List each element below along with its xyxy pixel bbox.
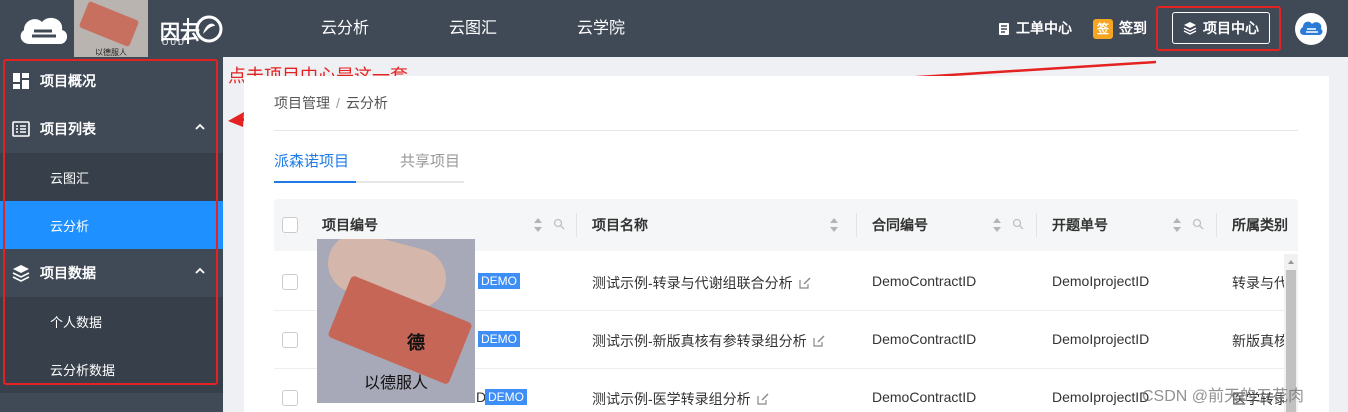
cloud-logo-icon [20, 17, 68, 44]
highlight-sidebar [3, 59, 218, 385]
demo-tag: DEMO [478, 331, 520, 347]
contract-id-cell: DemoContractID [872, 389, 977, 405]
project-name-cell[interactable]: 测试示例-新版真核有参转录组分析 [592, 331, 825, 351]
edit-icon[interactable] [757, 393, 769, 405]
meme-brick-text: 德 [407, 333, 425, 353]
checkin-label: 签到 [1119, 20, 1147, 36]
select-all-checkbox[interactable] [282, 217, 298, 233]
watermark: CSDN @前天的五花肉 [1142, 388, 1305, 405]
search-icon[interactable] [1012, 218, 1024, 230]
ticket-id-cell: DemoIprojectID [1052, 331, 1150, 347]
user-avatar[interactable] [1295, 13, 1327, 45]
meme-image-small: 以德服人 [74, 0, 148, 60]
col-contract-id: 合同编号 [872, 217, 928, 233]
col-project-name: 项目名称 [592, 217, 648, 233]
ticket-icon [999, 22, 1009, 35]
ticket-id-cell: DemoIprojectID [1052, 273, 1150, 289]
breadcrumb-root[interactable]: 项目管理 [274, 95, 330, 111]
row-checkbox[interactable] [282, 332, 298, 348]
sort-icon[interactable] [993, 217, 1001, 233]
edit-icon[interactable] [813, 335, 825, 347]
category-cell: 转录与代 [1232, 275, 1288, 291]
brand-mark-icon [195, 15, 223, 43]
avatar-logo-icon [1300, 21, 1323, 35]
ticket-id-cell: DemoIprojectID [1052, 389, 1150, 405]
meme-image: 德 以德服人 [317, 239, 475, 403]
col-project-id: 项目编号 [322, 217, 378, 233]
search-icon[interactable] [553, 218, 565, 230]
breadcrumb: 项目管理 / 云分析 [274, 93, 388, 113]
row-checkbox[interactable] [282, 390, 298, 406]
breadcrumb-divider [274, 130, 1298, 131]
breadcrumb-separator: / [336, 95, 340, 111]
col-ticket-id: 开题单号 [1052, 217, 1108, 233]
logo-separator [187, 18, 189, 44]
contract-id-cell: DemoContractID [872, 331, 977, 347]
nav-cloud-analysis[interactable]: 云分析 [321, 0, 369, 57]
sort-icon[interactable] [534, 217, 542, 233]
tab-active-underline [274, 181, 356, 183]
col-category: 所属类别 [1232, 217, 1288, 233]
search-icon[interactable] [1192, 218, 1204, 230]
nav-cloud-academy[interactable]: 云学院 [577, 0, 625, 57]
category-cell: 新版真核 [1232, 333, 1288, 349]
sort-icon[interactable] [830, 217, 838, 233]
breadcrumb-current: 云分析 [345, 95, 388, 111]
tab-underline [356, 181, 464, 183]
demo-tag: DEMO [485, 389, 527, 405]
nav-cloud-gallery[interactable]: 云图汇 [449, 0, 497, 57]
row-checkbox[interactable] [282, 274, 298, 290]
scroll-up-icon[interactable] [1284, 256, 1298, 268]
demo-tag: DEMO [478, 273, 520, 289]
project-name-cell[interactable]: 测试示例-转录与代谢组联合分析 [592, 273, 811, 293]
highlight-project-center [1156, 6, 1281, 51]
ticket-center-link[interactable]: 工单中心 [998, 0, 1072, 57]
edit-icon[interactable] [799, 277, 811, 289]
top-bar: 因云 OUD 以德服人 云分析 云图汇 云学院 工单中心 签 签到 项目中心 [0, 0, 1348, 60]
ticket-center-label: 工单中心 [1016, 20, 1072, 36]
checkin-link[interactable]: 签 签到 [1093, 0, 1147, 57]
tab-shared-projects[interactable]: 共享项目 [400, 150, 460, 182]
project-name-cell[interactable]: 测试示例-医学转录组分析 [592, 389, 769, 409]
tab-personalbio-projects[interactable]: 派森诺项目 [274, 150, 349, 182]
meme-caption: 以德服人 [363, 375, 428, 392]
logo-subtext: OUD [162, 38, 186, 47]
checkin-icon: 签 [1093, 18, 1113, 39]
sort-icon[interactable] [1173, 217, 1181, 233]
contract-id-cell: DemoContractID [872, 273, 977, 289]
